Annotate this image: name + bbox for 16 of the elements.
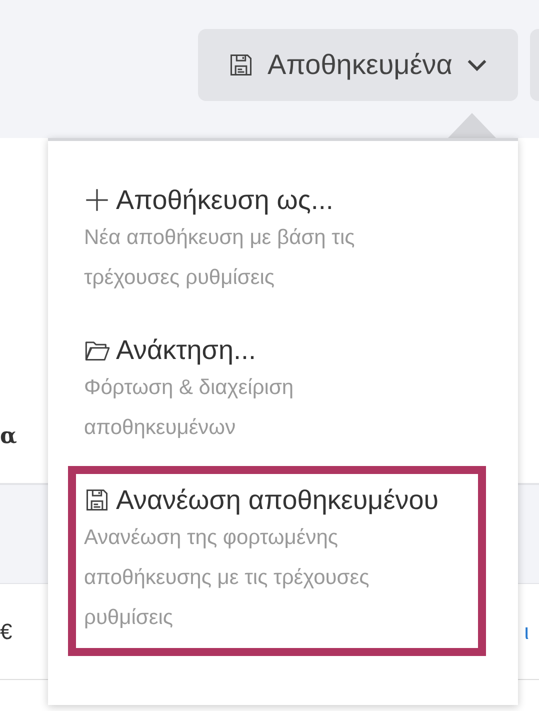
menu-item[interactable]: Ανάκτηση... Φόρτωση & διαχείριση αποθηκευμένων <box>68 316 486 466</box>
saved-button[interactable]: Αποθηκευμένα <box>198 29 518 101</box>
menu-item-title: Αποθήκευση ως... <box>116 184 334 217</box>
menu-item-description: Νέα αποθήκευση με βάση τις τρέχουσες ρυθμίσεις <box>84 225 356 291</box>
menu-item-description: Φόρτωση & διαχείριση αποθηκευμένων <box>84 375 295 441</box>
floppy-icon <box>84 487 110 513</box>
menu-item-title: Ανανέωση αποθηκευμένου <box>116 484 439 517</box>
menu-item[interactable]: Ανανέωση αποθηκευμένου Ανανέωση της φορτωμένης αποθήκευσης με τις τρέχουσες ρυθμίσεις <box>68 466 486 656</box>
menu-item-description: Ανανέωση της φορτωμένης αποθήκευσης με τις τρέχουσες ρυθμίσεις <box>84 525 370 631</box>
menu-item-title: Ανάκτηση... <box>116 334 256 367</box>
menu-item[interactable]: Αποθήκευση ως... Νέα αποθήκευση με βάση τις τρέχουσες ρυθμίσεις <box>68 166 486 316</box>
floppy-icon <box>228 52 254 78</box>
plus-icon <box>84 187 110 213</box>
table-link[interactable]: ι <box>524 618 529 644</box>
column-heading: α <box>0 423 17 449</box>
table-cell: € <box>0 618 12 644</box>
